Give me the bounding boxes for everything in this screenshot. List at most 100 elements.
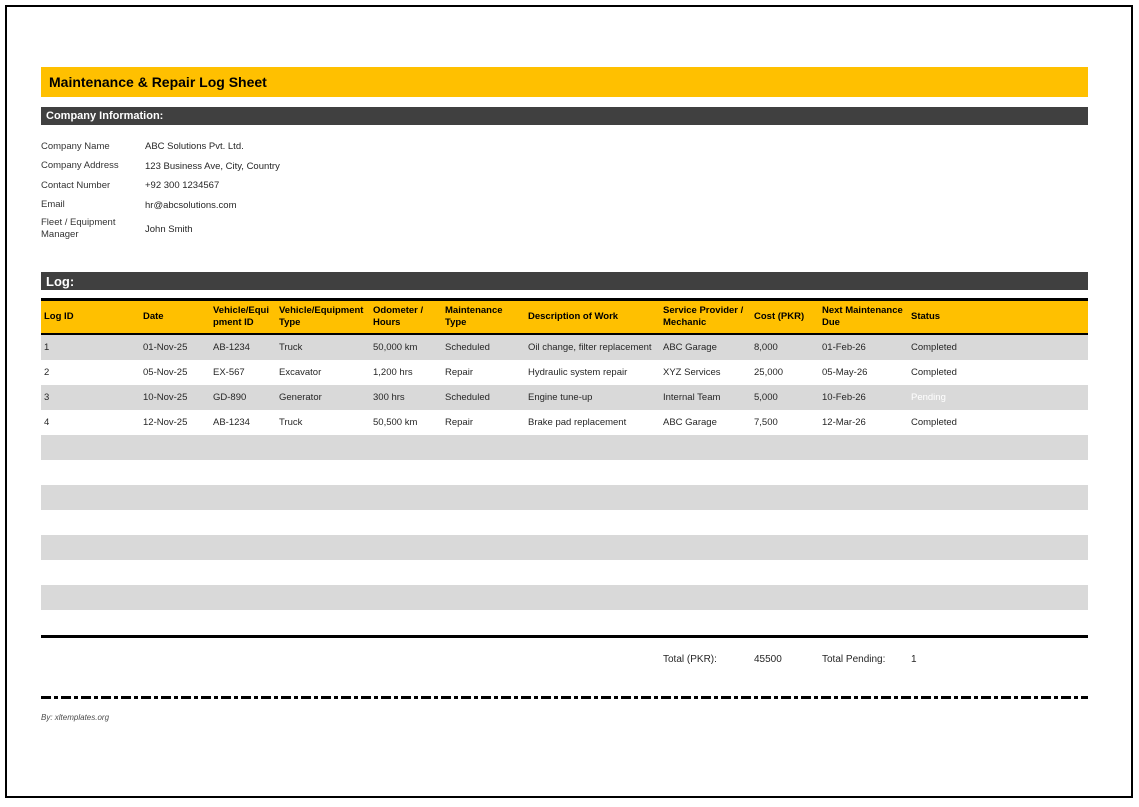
- table-cell: [370, 610, 442, 637]
- table-cell: 50,000 km: [370, 334, 442, 360]
- table-cell: 5,000: [751, 385, 819, 410]
- table-cell: ABC Garage: [660, 334, 751, 360]
- sheet-content: Maintenance & Repair Log Sheet Company I…: [41, 67, 1088, 722]
- table-cell: 3: [41, 385, 140, 410]
- table-cell: [276, 510, 370, 535]
- table-cell: [819, 560, 908, 585]
- table-cell: [908, 585, 1088, 610]
- table-cell: Engine tune-up: [525, 385, 660, 410]
- table-cell: 300 hrs: [370, 385, 442, 410]
- table-row: 205-Nov-25EX-567Excavator1,200 hrsRepair…: [41, 360, 1088, 385]
- table-cell: [210, 460, 276, 485]
- column-header: Date: [140, 300, 210, 335]
- table-cell: Hydraulic system repair: [525, 360, 660, 385]
- table-cell: 4: [41, 410, 140, 435]
- table-cell: [819, 460, 908, 485]
- table-cell: [819, 610, 908, 637]
- log-table: Log IDDateVehicle/Equipment IDVehicle/Eq…: [41, 298, 1088, 638]
- table-cell: [442, 435, 525, 460]
- table-cell: [525, 560, 660, 585]
- total-pkr-value: 45500: [751, 654, 819, 696]
- table-cell: 01-Nov-25: [140, 334, 210, 360]
- company-field-row: Contact Number +92 300 1234567: [41, 176, 1088, 196]
- table-cell: [819, 535, 908, 560]
- table-cell: 1: [41, 334, 140, 360]
- table-cell: [370, 435, 442, 460]
- table-cell: [140, 560, 210, 585]
- company-field-label: Company Name: [41, 141, 145, 153]
- company-field-value: +92 300 1234567: [145, 180, 219, 191]
- table-cell: [908, 535, 1088, 560]
- table-cell: [660, 510, 751, 535]
- column-header: Next Maintenance Due: [819, 300, 908, 335]
- table-cell: Scheduled: [442, 385, 525, 410]
- table-cell: [525, 535, 660, 560]
- totals-row: Total (PKR): 45500 Total Pending: 1: [41, 638, 1088, 696]
- company-field-value: John Smith: [145, 224, 193, 235]
- total-pkr-label: Total (PKR):: [660, 654, 751, 696]
- table-cell: 10-Feb-26: [819, 385, 908, 410]
- table-cell: [210, 535, 276, 560]
- table-cell: [210, 485, 276, 510]
- log-table-header-row: Log IDDateVehicle/Equipment IDVehicle/Eq…: [41, 300, 1088, 335]
- table-cell: [210, 510, 276, 535]
- company-field-label: Contact Number: [41, 180, 145, 192]
- table-cell: [276, 460, 370, 485]
- table-row-empty: [41, 560, 1088, 585]
- table-cell: 10-Nov-25: [140, 385, 210, 410]
- company-field-row: Email hr@abcsolutions.com: [41, 196, 1088, 216]
- table-cell: GD-890: [210, 385, 276, 410]
- table-cell: [140, 610, 210, 637]
- table-cell: Brake pad replacement: [525, 410, 660, 435]
- title-bar: Maintenance & Repair Log Sheet: [41, 67, 1088, 97]
- table-cell: [908, 510, 1088, 535]
- table-cell: [660, 485, 751, 510]
- column-header: Status: [908, 300, 1088, 335]
- table-cell: [140, 535, 210, 560]
- company-field-value: ABC Solutions Pvt. Ltd.: [145, 141, 244, 152]
- table-row-empty: [41, 460, 1088, 485]
- table-row: 412-Nov-25AB-1234Truck50,500 kmRepairBra…: [41, 410, 1088, 435]
- company-field-label: Fleet / Equipment Manager: [41, 217, 145, 241]
- table-cell: [370, 460, 442, 485]
- table-cell: [370, 485, 442, 510]
- table-cell: Completed: [908, 360, 1088, 385]
- company-field-row: Company Name ABC Solutions Pvt. Ltd.: [41, 137, 1088, 157]
- table-cell: [908, 435, 1088, 460]
- table-cell: [525, 585, 660, 610]
- company-field-value: 123 Business Ave, City, Country: [145, 161, 280, 172]
- table-cell: Completed: [908, 334, 1088, 360]
- table-cell: [751, 610, 819, 637]
- table-cell: Internal Team: [660, 385, 751, 410]
- table-cell: [660, 535, 751, 560]
- table-cell: [751, 510, 819, 535]
- table-cell: [210, 435, 276, 460]
- column-header: Description of Work: [525, 300, 660, 335]
- table-cell: Oil change, filter replacement: [525, 334, 660, 360]
- table-row-empty: [41, 435, 1088, 460]
- table-cell: [751, 460, 819, 485]
- page-border: Maintenance & Repair Log Sheet Company I…: [5, 5, 1133, 798]
- table-cell: [41, 460, 140, 485]
- table-cell: [442, 510, 525, 535]
- table-cell: [140, 435, 210, 460]
- table-cell: [660, 460, 751, 485]
- table-cell: 01-Feb-26: [819, 334, 908, 360]
- table-cell: [908, 560, 1088, 585]
- table-cell: Truck: [276, 334, 370, 360]
- table-cell: ABC Garage: [660, 410, 751, 435]
- table-cell: 7,500: [751, 410, 819, 435]
- table-row-empty: [41, 510, 1088, 535]
- table-cell: XYZ Services: [660, 360, 751, 385]
- table-cell: 05-Nov-25: [140, 360, 210, 385]
- column-header: Service Provider / Mechanic: [660, 300, 751, 335]
- table-cell: [908, 460, 1088, 485]
- table-cell: [210, 560, 276, 585]
- table-cell: [442, 460, 525, 485]
- table-cell: [751, 535, 819, 560]
- footer-credit: By: xltemplates.org: [41, 713, 1088, 722]
- table-cell: Repair: [442, 360, 525, 385]
- total-pending-label: Total Pending:: [819, 654, 908, 696]
- company-info-block: Company Name ABC Solutions Pvt. Ltd. Com…: [41, 137, 1088, 243]
- table-cell: 12-Nov-25: [140, 410, 210, 435]
